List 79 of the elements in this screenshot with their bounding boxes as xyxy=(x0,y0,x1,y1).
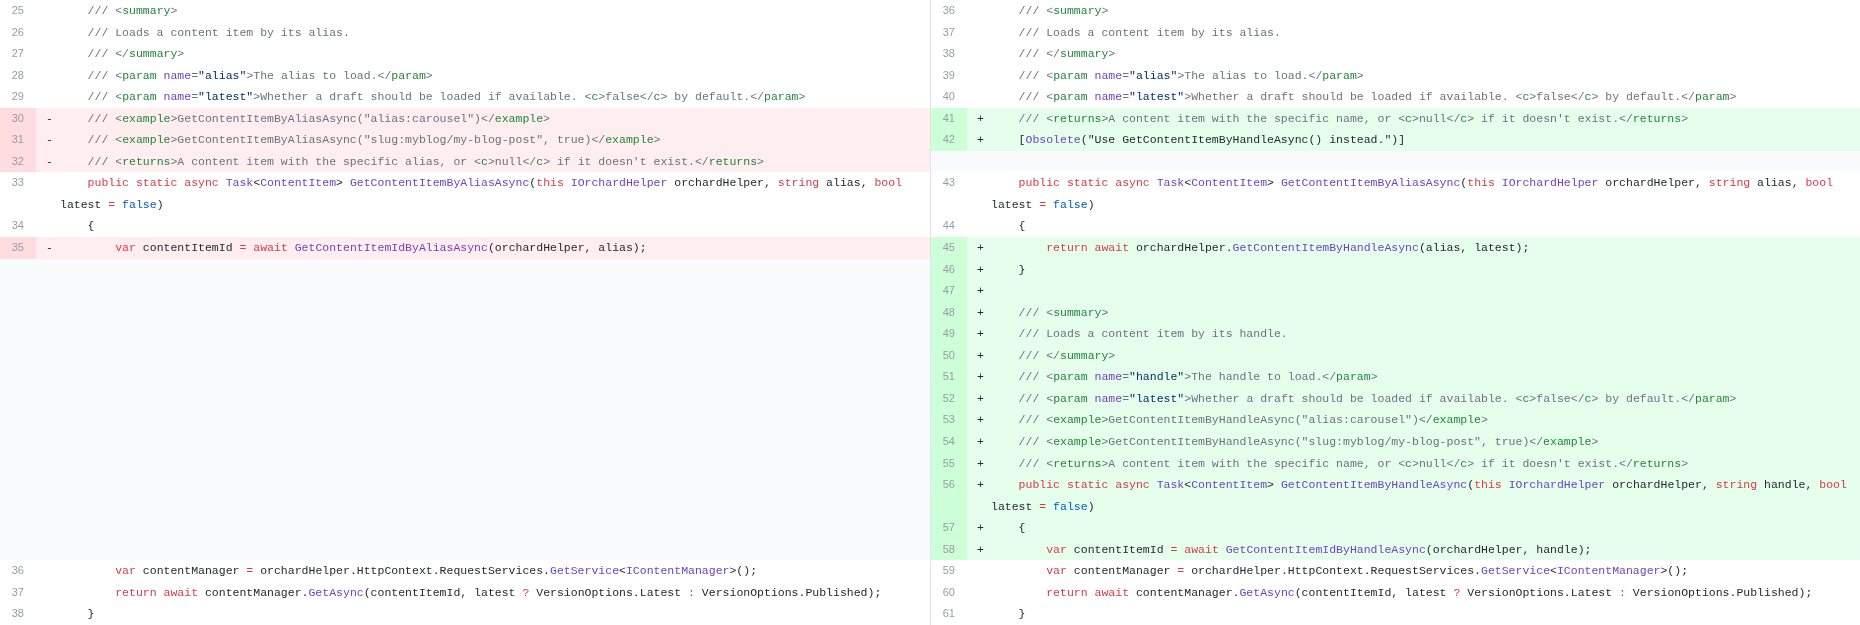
diff-marker: + xyxy=(977,110,985,127)
code-line: /// <example>GetContentItemByHandleAsync("slug:myblog/my-blog-post", true)</example> xyxy=(1017,434,1600,450)
line-number: 49 xyxy=(931,323,967,345)
code-line: /// Loads a content item by its alias. xyxy=(1017,24,1282,41)
code-line: return await contentManager.GetAsync(contentItemId, latest ? VersionOptions.Latest : VersionOptions.Published); xyxy=(114,584,883,601)
code-line: /// <param name="alias">The alias to load.</param> xyxy=(86,67,434,84)
line-number: 42 xyxy=(931,129,967,151)
code-line: var contentItemId = await GetContentItemIdByAliasAsync(orchardHelper, alias); xyxy=(114,239,648,256)
code-line: /// </summary> xyxy=(1017,347,1117,364)
line-number: 55 xyxy=(931,452,967,475)
code-line: { xyxy=(1017,520,1027,537)
diff-marker: + xyxy=(977,132,985,149)
code-line: public static async Task<ContentItem> GetContentItemByAliasAsync(this IOrchardHelper orchardHelper, string alias, bool latest = false) xyxy=(991,175,1835,213)
diff-marker: + xyxy=(977,239,985,256)
line-number: 51 xyxy=(931,366,967,388)
diff-marker: + xyxy=(977,520,985,537)
diff-marker: - xyxy=(46,153,54,170)
diff-marker: + xyxy=(977,369,985,386)
code-line: /// <example>GetContentItemByHandleAsync("alias:carousel")</example> xyxy=(1017,412,1489,429)
code-line: } xyxy=(1017,261,1027,278)
line-number: 35 xyxy=(0,236,36,259)
code-line: public static async Task<ContentItem> GetContentItemByHandleAsync(this IOrchardHelper orchardHelper, string handle, bool latest = false) xyxy=(991,477,1848,515)
line-number: 31 xyxy=(0,129,36,151)
diff-marker: - xyxy=(46,239,54,256)
code-line: [Obsolete("Use GetContentItemByHandleAsync() instead.")] xyxy=(1017,132,1407,149)
code-line: /// <param name="alias">The alias to load.</param> xyxy=(1017,67,1365,84)
code-line: { xyxy=(86,218,96,235)
diff-marker: + xyxy=(977,455,985,472)
line-number: 32 xyxy=(0,150,36,173)
code-line: /// Loads a content item by its handle. xyxy=(1017,326,1289,343)
diff-marker: + xyxy=(977,541,985,558)
diff-marker: + xyxy=(977,412,985,429)
diff-marker: + xyxy=(977,283,985,300)
diff-marker: + xyxy=(977,477,985,494)
code-line: /// <returns>A content item with the specific name, or <c>null</c> if it doesn't exist.</returns> xyxy=(1017,455,1690,472)
diff-marker: + xyxy=(977,304,985,321)
line-number: 53 xyxy=(931,409,967,431)
line-number: 47 xyxy=(931,280,967,302)
code-line: /// </summary> xyxy=(86,46,186,63)
line-number: 50 xyxy=(931,344,967,367)
line-number: 54 xyxy=(931,431,967,453)
code-line: /// </summary> xyxy=(1017,46,1117,63)
code-line: /// <param name="latest">Whether a draft should be loaded if available. <c>false</c> by default.</param> xyxy=(86,89,807,106)
code-line: return await contentManager.GetAsync(contentItemId, latest ? VersionOptions.Latest : VersionOptions.Published); xyxy=(1045,584,1814,601)
code-line: } xyxy=(86,606,96,623)
code-line: /// <summary> xyxy=(1017,3,1110,19)
code-line: /// <summary> xyxy=(1017,304,1110,321)
code-line: /// <param name="latest">Whether a draft should be loaded if available. <c>false</c> by default.</param> xyxy=(1017,390,1738,407)
line-number: 46 xyxy=(931,258,967,281)
diff-marker: + xyxy=(977,326,985,343)
code-line: return await orchardHelper.GetContentItemByHandleAsync(alias, latest); xyxy=(1045,239,1531,256)
line-number: 45 xyxy=(931,236,967,259)
line-number: 41 xyxy=(931,107,967,130)
diff-marker: + xyxy=(977,347,985,364)
line-number: 48 xyxy=(931,301,967,324)
code-line: /// <example>GetContentItemByAliasAsync("alias:carousel")</example> xyxy=(86,110,551,127)
code-line: /// <param name="latest">Whether a draft should be loaded if available. <c>false</c> by default.</param> xyxy=(1017,89,1738,106)
diff-marker: - xyxy=(46,132,54,149)
code-line: /// <summary> xyxy=(86,3,179,19)
code-line: public static async Task<ContentItem> GetContentItemByAliasAsync(this IOrchardHelper orchardHelper, string alias, bool latest = false) xyxy=(60,175,904,213)
code-line: } xyxy=(1017,606,1027,623)
code-line: /// <returns>A content item with the specific alias, or <c>null</c> if it doesn't exist.</returns> xyxy=(86,153,765,170)
code-line: /// <example>GetContentItemByAliasAsync("slug:myblog/my-blog-post", true)</example> xyxy=(86,132,662,149)
diff-marker: + xyxy=(977,434,985,450)
code-line: var contentManager = orchardHelper.HttpContext.RequestServices.GetService<IContentManager>(); xyxy=(1045,563,1690,580)
code-line: { xyxy=(1017,218,1027,235)
code-line: var contentManager = orchardHelper.HttpContext.RequestServices.GetService<IContentManager>(); xyxy=(114,563,759,580)
line-number: 30 xyxy=(0,107,36,130)
code-line: /// <returns>A content item with the specific name, or <c>null</c> if it doesn't exist.</returns> xyxy=(1017,110,1690,127)
code-line: var contentItemId = await GetContentItemIdByHandleAsync(orchardHelper, handle); xyxy=(1045,541,1593,558)
line-number: 56 xyxy=(931,474,967,518)
diff-marker: + xyxy=(977,261,985,278)
code-line: /// Loads a content item by its alias. xyxy=(86,24,351,41)
code-line: /// <param name="handle">The handle to load.</param> xyxy=(1017,369,1379,386)
diff-marker: - xyxy=(46,110,54,127)
line-number: 52 xyxy=(931,387,967,410)
line-number: 57 xyxy=(931,517,967,539)
diff-marker: + xyxy=(977,390,985,407)
line-number: 58 xyxy=(931,538,967,561)
